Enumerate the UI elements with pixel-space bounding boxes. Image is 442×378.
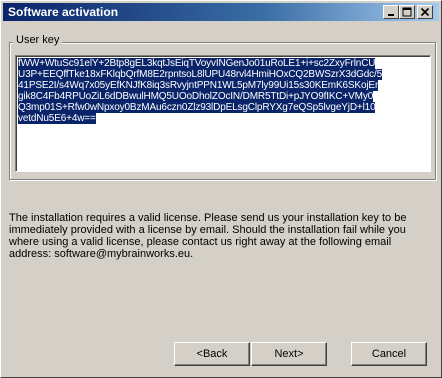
next-button[interactable]: Next>	[251, 342, 327, 366]
cancel-button[interactable]: Cancel	[351, 342, 427, 366]
back-button[interactable]: <Back	[174, 342, 250, 366]
user-key-label: User key	[13, 34, 63, 46]
key-line: vetdNu5E6+4w==	[18, 113, 96, 124]
key-line: 41PSE2I/s4Wq7x05yEfKNJfK8iq3sRvyjntPPN1W…	[18, 80, 379, 91]
key-line: U3P+EEQffTke18xFKlqbQrfM8E2rpntsoL8lUPU4…	[18, 69, 383, 80]
title-bar[interactable]: Software activation	[3, 3, 439, 21]
maximize-icon	[402, 7, 412, 17]
maximize-button[interactable]	[399, 5, 415, 19]
description-line: The installation requires a valid licens…	[9, 212, 407, 224]
description-line: where using a valid license, please cont…	[9, 236, 392, 248]
license-description: The installation requires a valid licens…	[9, 212, 437, 260]
window-title: Software activation	[8, 5, 119, 19]
key-line: gik8C4Fb4RPUoZiL6dDBwulHMQ5UOoDholZOcIN/…	[18, 91, 374, 102]
key-line: Q3mp01S+Rfw0wNpxoy0BzMAu6czn0Zlz93lDpELs…	[18, 102, 376, 113]
close-button[interactable]	[417, 5, 433, 19]
activation-dialog: Software activation User key fWW+WtuSc91…	[0, 0, 442, 378]
key-line: fWW+WtuSc91elY+2Btp8gEL3kqtJsEiqTVoyvING…	[18, 58, 376, 69]
description-line: immediately provided with a license by e…	[9, 224, 406, 236]
minimize-button[interactable]	[383, 5, 399, 19]
user-key-textarea[interactable]: fWW+WtuSc91elY+2Btp8gEL3kqtJsEiqTVoyvING…	[15, 55, 431, 172]
description-line: address: software@mybrainworks.eu.	[9, 248, 194, 260]
close-icon	[420, 7, 430, 17]
minimize-icon	[388, 14, 394, 16]
